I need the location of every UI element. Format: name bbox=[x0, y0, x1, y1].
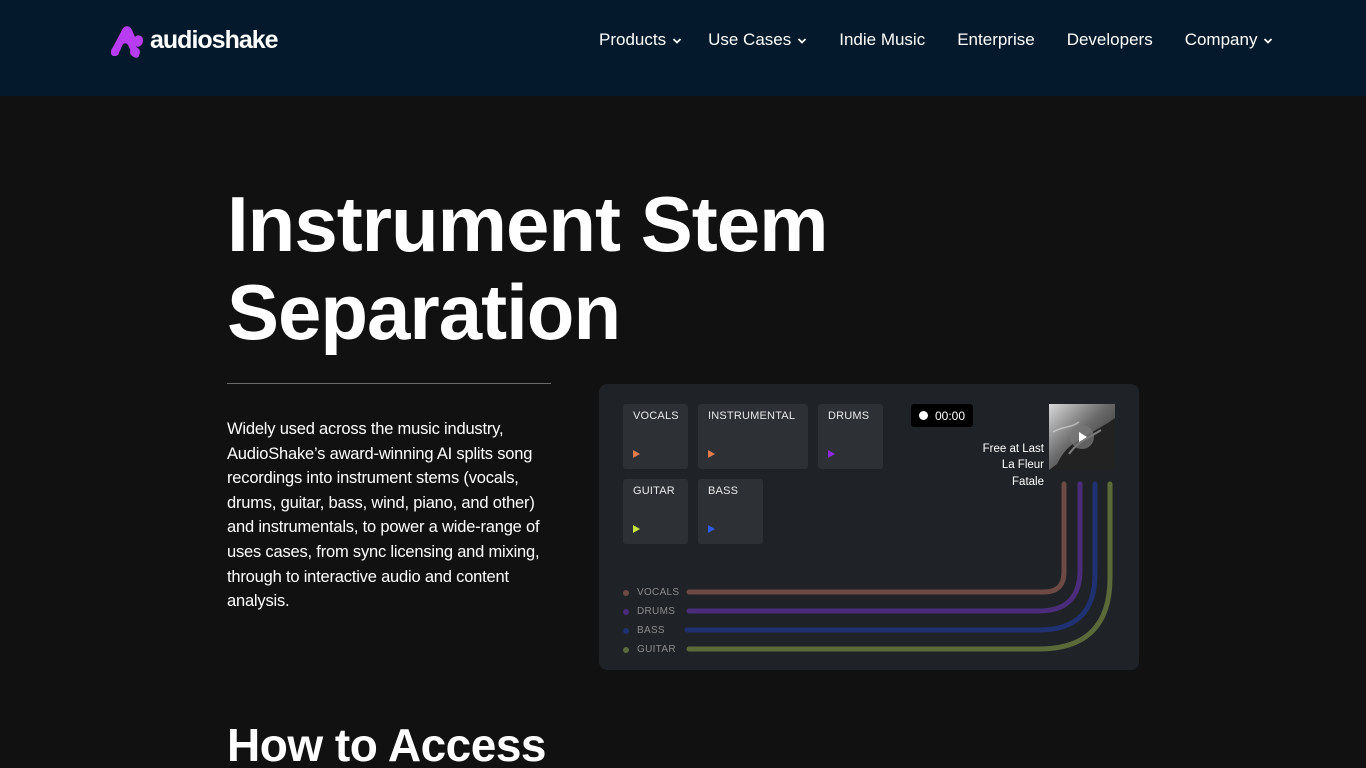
page-title: Instrument Stem Separation bbox=[227, 180, 927, 356]
nav-use-cases-label: Use Cases bbox=[708, 30, 792, 49]
nav-use-cases[interactable]: Use Cases bbox=[708, 30, 807, 50]
legend-drums: DRUMS bbox=[623, 606, 675, 617]
legend-label: GUITAR bbox=[637, 644, 676, 655]
page-title-line-2: Separation bbox=[227, 268, 621, 356]
nav-company-label: Company bbox=[1184, 30, 1258, 49]
legend-label: DRUMS bbox=[637, 606, 676, 617]
chevron-down-icon bbox=[672, 37, 682, 44]
legend-dot bbox=[623, 589, 629, 596]
nav-enterprise-label: Enterprise bbox=[957, 30, 1035, 49]
audioshake-logo-icon bbox=[110, 26, 143, 58]
audioshake-logo[interactable]: audioshake bbox=[108, 22, 279, 60]
section-title-how-to-access: How to Access bbox=[227, 719, 547, 768]
legend-dot bbox=[623, 646, 629, 653]
nav-enterprise[interactable]: Enterprise bbox=[957, 30, 1034, 50]
nav-products[interactable]: Products bbox=[599, 30, 682, 50]
main-nav: Products Use Cases Indie Music Enterpris… bbox=[599, 29, 1273, 51]
legend-dot bbox=[623, 627, 629, 634]
stem-demo-player: VOCALS INSTRUMENTAL DRUMS GUITAR BASS 00… bbox=[599, 384, 1139, 670]
nav-indie-music[interactable]: Indie Music bbox=[839, 30, 925, 50]
nav-developers[interactable]: Developers bbox=[1067, 30, 1153, 50]
nav-indie-music-label: Indie Music bbox=[839, 30, 926, 49]
stem-waveform-lines bbox=[684, 481, 1113, 652]
logo-wordmark: audioshake bbox=[150, 25, 279, 54]
page-title-line-1: Instrument Stem bbox=[227, 180, 828, 268]
nav-products-label: Products bbox=[599, 30, 667, 49]
chevron-down-icon bbox=[798, 37, 807, 44]
legend-vocals: VOCALS bbox=[623, 587, 679, 598]
chevron-down-icon bbox=[1264, 37, 1273, 44]
hero-description: Widely used across the music industry, A… bbox=[227, 420, 540, 611]
nav-company[interactable]: Company bbox=[1185, 30, 1274, 50]
legend-bass: BASS bbox=[623, 625, 665, 636]
title-divider bbox=[227, 383, 551, 384]
legend-dot bbox=[623, 608, 629, 615]
legend-label: VOCALS bbox=[637, 587, 680, 598]
legend-label: BASS bbox=[637, 625, 665, 636]
site-header: audioshake Products Use Cases Indie Musi… bbox=[0, 0, 1366, 96]
nav-developers-label: Developers bbox=[1066, 30, 1153, 49]
legend-guitar: GUITAR bbox=[623, 644, 676, 655]
